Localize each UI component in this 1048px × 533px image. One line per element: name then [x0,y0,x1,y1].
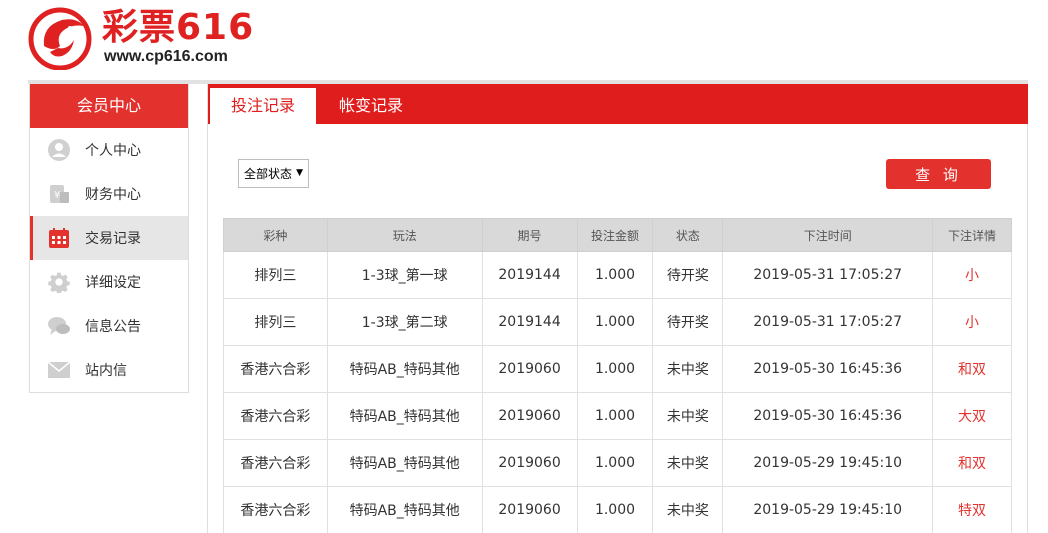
sidebar-item-label: 站内信 [85,363,127,379]
chat-icon [46,313,72,339]
cell-play: 特码AB_特码其他 [326,439,483,487]
cell-status: 未中奖 [652,392,724,440]
column-header-issue: 期号 [481,218,578,252]
site-logo[interactable]: 彩票616 www.cp616.com [28,4,268,70]
mail-icon [46,357,72,383]
chevron-down-icon: ▼ [296,168,303,178]
cell-play: 特码AB_特码其他 [326,345,483,393]
column-header-status: 状态 [652,218,724,252]
gear-icon [46,269,72,295]
cell-lottery: 香港六合彩 [223,392,328,440]
cell-bet-detail: 小 [932,251,1012,299]
table-row: 排列三 1-3球_第一球 2019144 1.000 待开奖 2019-05-3… [223,251,1012,299]
cell-issue: 2019144 [481,251,578,299]
cell-play: 1-3球_第一球 [326,251,483,299]
column-header-lottery: 彩种 [223,218,328,252]
cell-status: 未中奖 [652,345,724,393]
cell-lottery: 香港六合彩 [223,486,328,533]
sidebar-item-personal-center[interactable]: 个人中心 [30,128,188,172]
sidebar-item-inbox[interactable]: 站内信 [30,348,188,392]
table-row: 排列三 1-3球_第二球 2019144 1.000 待开奖 2019-05-3… [223,298,1012,346]
cell-lottery: 香港六合彩 [223,345,328,393]
table-row: 香港六合彩 特码AB_特码其他 2019060 1.000 未中奖 2019-0… [223,345,1012,393]
table-row: 香港六合彩 特码AB_特码其他 2019060 1.000 未中奖 2019-0… [223,486,1012,533]
cell-bet-detail: 大双 [932,392,1012,440]
cell-issue: 2019060 [481,439,578,487]
cell-play: 特码AB_特码其他 [326,392,483,440]
tab-account-changes[interactable]: 帐变记录 [326,88,416,124]
cell-bet-time: 2019-05-31 17:05:27 [722,298,934,346]
sidebar-item-transaction-records[interactable]: 交易记录 [30,216,188,260]
cell-bet-detail: 特双 [932,486,1012,533]
cell-amount: 1.000 [576,251,654,299]
column-header-bet-time: 下注时间 [722,218,934,252]
sidebar-item-label: 详细设定 [85,275,141,291]
cell-issue: 2019060 [481,345,578,393]
cell-amount: 1.000 [576,345,654,393]
cell-lottery: 排列三 [223,298,328,346]
sidebar-item-finance-center[interactable]: ¥ 财务中心 [30,172,188,216]
cell-bet-time: 2019-05-30 16:45:36 [722,392,934,440]
table-row: 香港六合彩 特码AB_特码其他 2019060 1.000 未中奖 2019-0… [223,392,1012,440]
sidebar-item-label: 财务中心 [85,187,141,203]
column-header-bet-detail: 下注详情 [932,218,1012,252]
cell-play: 1-3球_第二球 [326,298,483,346]
member-sidebar: 会员中心 个人中心 ¥ 财务中心 交易记录 详细设定 信息公告 站内信 [29,84,189,393]
table-header-row: 彩种 玩法 期号 投注金额 状态 下注时间 下注详情 [223,218,1012,252]
sidebar-title: 会员中心 [30,84,188,128]
cell-amount: 1.000 [576,392,654,440]
sidebar-item-announcements[interactable]: 信息公告 [30,304,188,348]
phoenix-logo-icon [28,7,92,70]
sidebar-item-label: 信息公告 [85,319,141,335]
cell-lottery: 排列三 [223,251,328,299]
cell-status: 待开奖 [652,251,724,299]
cell-amount: 1.000 [576,486,654,533]
table-row: 香港六合彩 特码AB_特码其他 2019060 1.000 未中奖 2019-0… [223,439,1012,487]
cell-bet-time: 2019-05-29 19:45:10 [722,486,934,533]
cell-status: 未中奖 [652,486,724,533]
cell-bet-time: 2019-05-31 17:05:27 [722,251,934,299]
cell-amount: 1.000 [576,298,654,346]
cell-lottery: 香港六合彩 [223,439,328,487]
cell-bet-detail: 小 [932,298,1012,346]
user-icon [46,137,72,163]
cell-bet-detail: 和双 [932,345,1012,393]
status-filter-select[interactable]: 全部状态 ▼ [238,159,309,188]
svg-text:¥: ¥ [54,190,60,201]
bet-records-table: 彩种 玩法 期号 投注金额 状态 下注时间 下注详情 排列三 1-3球_第一球 … [223,218,1012,533]
column-header-play: 玩法 [326,218,483,252]
sidebar-item-label: 交易记录 [85,231,141,247]
cell-issue: 2019060 [481,392,578,440]
cell-issue: 2019144 [481,298,578,346]
cell-play: 特码AB_特码其他 [326,486,483,533]
cell-bet-time: 2019-05-30 16:45:36 [722,345,934,393]
cell-issue: 2019060 [481,486,578,533]
status-filter-value: 全部状态 [244,167,293,181]
tab-bet-records[interactable]: 投注记录 [210,88,316,124]
column-header-amount: 投注金额 [576,218,654,252]
query-button[interactable]: 查 询 [886,159,991,189]
sidebar-item-label: 个人中心 [85,143,141,159]
sidebar-item-detail-settings[interactable]: 详细设定 [30,260,188,304]
logo-name: 彩票616 [102,7,255,48]
main-panel: 投注记录 帐变记录 全部状态 ▼ 查 询 彩种 玩法 期号 投注金额 状态 下注… [207,84,1028,533]
tab-bar: 投注记录 帐变记录 [208,84,1028,124]
cell-status: 待开奖 [652,298,724,346]
cell-amount: 1.000 [576,439,654,487]
calendar-icon [46,225,72,251]
cell-status: 未中奖 [652,439,724,487]
cell-bet-detail: 和双 [932,439,1012,487]
money-icon: ¥ [46,181,72,207]
cell-bet-time: 2019-05-29 19:45:10 [722,439,934,487]
logo-url: www.cp616.com [104,48,228,65]
